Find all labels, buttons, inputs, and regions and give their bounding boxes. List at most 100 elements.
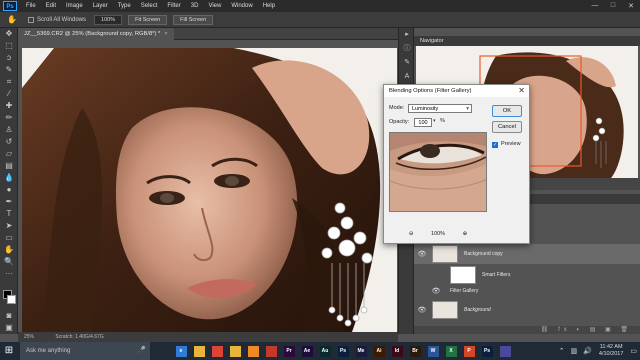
fill-screen-button[interactable]: Fill Screen [173, 14, 214, 25]
menu-layer[interactable]: Layer [88, 3, 113, 9]
chevron-up-icon[interactable]: ⌃ [559, 347, 565, 355]
menu-view[interactable]: View [203, 3, 226, 9]
gradient-tool-icon[interactable]: ▤ [0, 160, 18, 172]
cancel-button[interactable]: Cancel [492, 121, 522, 133]
shape-tool-icon[interactable]: ▭ [0, 232, 18, 244]
vlc-icon[interactable] [244, 342, 262, 360]
excel-icon[interactable]: X [442, 342, 460, 360]
media-encoder-icon[interactable]: Me [352, 342, 370, 360]
visibility-eye-icon[interactable]: 👁 [428, 287, 444, 295]
photoshop-icon[interactable]: Ps [334, 342, 352, 360]
menu-image[interactable]: Image [61, 3, 88, 9]
volume-icon[interactable]: 🔊 [583, 347, 592, 355]
close-window-button[interactable]: ✕ [622, 2, 640, 10]
history-panel-icon[interactable]: ▸ [399, 28, 415, 42]
visibility-eye-icon[interactable]: 👁 [414, 250, 430, 258]
menu-3d[interactable]: 3D [186, 3, 204, 9]
preview-checkbox[interactable]: ✓ [492, 142, 498, 148]
indesign-icon[interactable]: Id [388, 342, 406, 360]
more-tools-icon[interactable]: ··· [0, 268, 18, 280]
opacity-input[interactable]: 100 [414, 118, 432, 127]
hand-tool-icon[interactable]: ✋ [0, 244, 18, 256]
clock[interactable]: 11:42 AM 4/10/2017 [599, 344, 623, 358]
zoom-percent-field[interactable]: 100% [94, 14, 123, 25]
after-effects-icon[interactable]: Ae [298, 342, 316, 360]
powerpoint-icon[interactable]: P [460, 342, 478, 360]
premiere-icon[interactable]: Pr [280, 342, 298, 360]
layer-row[interactable]: 👁 Background copy [414, 244, 640, 264]
marquee-tool-icon[interactable]: ⬚ [0, 40, 18, 52]
path-select-tool-icon[interactable]: ➤ [0, 220, 18, 232]
quick-mask-icon[interactable]: ◙ [0, 310, 18, 322]
system-tray: ⌃ ▥ 🔊 11:42 AM 4/10/2017 ▭ [556, 344, 640, 358]
illustrator-icon[interactable]: Ai [370, 342, 388, 360]
maximize-button[interactable]: □ [604, 2, 622, 10]
minimize-button[interactable]: — [586, 2, 604, 10]
audition-icon[interactable]: Au [316, 342, 334, 360]
blend-mode-select[interactable]: Luminosity ▾ [408, 104, 472, 113]
document-tab[interactable]: JZ__5369.CR2 @ 25% (Background copy, RGB… [18, 28, 174, 40]
eraser-tool-icon[interactable]: ▱ [0, 148, 18, 160]
ok-button[interactable]: OK [492, 105, 522, 117]
zoom-out-icon[interactable]: ⊖ [409, 231, 414, 237]
opacity-slider-caret-icon[interactable]: ▾ [433, 118, 436, 124]
menu-filter[interactable]: Filter [162, 3, 185, 9]
quick-select-tool-icon[interactable]: ✎ [0, 64, 18, 76]
notifications-icon[interactable]: ▭ [630, 347, 637, 355]
edge-icon[interactable]: e [172, 342, 190, 360]
scroll-all-windows-checkbox[interactable] [28, 16, 34, 23]
task-view-icon[interactable] [154, 342, 172, 360]
dialog-preview-area[interactable] [389, 132, 487, 212]
chrome-icon[interactable] [208, 342, 226, 360]
zoom-in-icon[interactable]: ⊕ [463, 231, 468, 237]
word-label: W [427, 345, 439, 357]
clone-stamp-tool-icon[interactable]: ♙ [0, 124, 18, 136]
history-brush-tool-icon[interactable]: ↺ [0, 136, 18, 148]
dialog-close-button[interactable]: ✕ [518, 85, 525, 97]
folder-icon[interactable] [226, 342, 244, 360]
type-tool-icon[interactable]: T [0, 208, 18, 220]
bridge-icon[interactable]: Br [406, 342, 424, 360]
healing-brush-tool-icon[interactable]: ✚ [0, 100, 18, 112]
lasso-tool-icon[interactable]: ↄ [0, 52, 18, 64]
cortana-search-box[interactable]: Ask me anything 🎤 [20, 342, 150, 360]
zoom-tool-icon[interactable]: 🔍 [0, 256, 18, 268]
layers-panel-buttons[interactable]: ⛓ fx ◐ ▤ ▣ 🗑 [414, 326, 640, 334]
blur-tool-icon[interactable]: 💧 [0, 172, 18, 184]
network-icon[interactable]: ▥ [571, 347, 578, 355]
brush-panel-icon[interactable]: ✎ [399, 56, 415, 70]
menu-type[interactable]: Type [113, 3, 136, 9]
navigator-title[interactable]: Navigator [420, 36, 444, 46]
layer-row[interactable]: 👁 Filter Gallery [414, 286, 640, 296]
folder-icon[interactable] [190, 342, 208, 360]
brush-tool-icon[interactable]: ✏ [0, 112, 18, 124]
crop-tool-icon[interactable]: ⌗ [0, 76, 18, 88]
pen-tool-icon[interactable]: ✒ [0, 196, 18, 208]
menu-help[interactable]: Help [258, 3, 280, 9]
menu-select[interactable]: Select [136, 3, 163, 9]
fit-screen-button[interactable]: Fit Screen [128, 14, 168, 25]
document-canvas[interactable] [22, 48, 397, 332]
microphone-icon[interactable]: 🎤 [137, 342, 146, 360]
eyedropper-tool-icon[interactable]: ⁄ [0, 88, 18, 100]
dodge-tool-icon[interactable]: ● [0, 184, 18, 196]
move-tool-icon[interactable]: ✥ [0, 28, 18, 40]
menu-file[interactable]: File [21, 3, 41, 9]
hand-tool-icon[interactable]: ✋ [4, 14, 20, 26]
layer-row[interactable]: 👁 Background [414, 300, 640, 320]
word-icon[interactable]: W [424, 342, 442, 360]
app-icon[interactable] [262, 342, 280, 360]
status-zoom[interactable]: 25% [24, 334, 34, 340]
menu-edit[interactable]: Edit [41, 3, 61, 9]
layer-row[interactable]: Smart Filters [414, 266, 640, 284]
photoshop-active-icon[interactable]: Ps [478, 342, 496, 360]
app-icon[interactable] [496, 342, 514, 360]
info-panel-icon[interactable]: ⓘ [399, 42, 415, 56]
close-document-icon[interactable]: × [164, 31, 167, 37]
windows-start-icon[interactable]: ⊞ [0, 342, 18, 360]
menu-window[interactable]: Window [226, 3, 257, 9]
screen-mode-icon[interactable]: ▣ [0, 322, 18, 334]
visibility-eye-icon[interactable]: 👁 [414, 306, 430, 314]
background-color-swatch[interactable] [7, 295, 16, 304]
character-panel-icon[interactable]: A [399, 70, 415, 84]
